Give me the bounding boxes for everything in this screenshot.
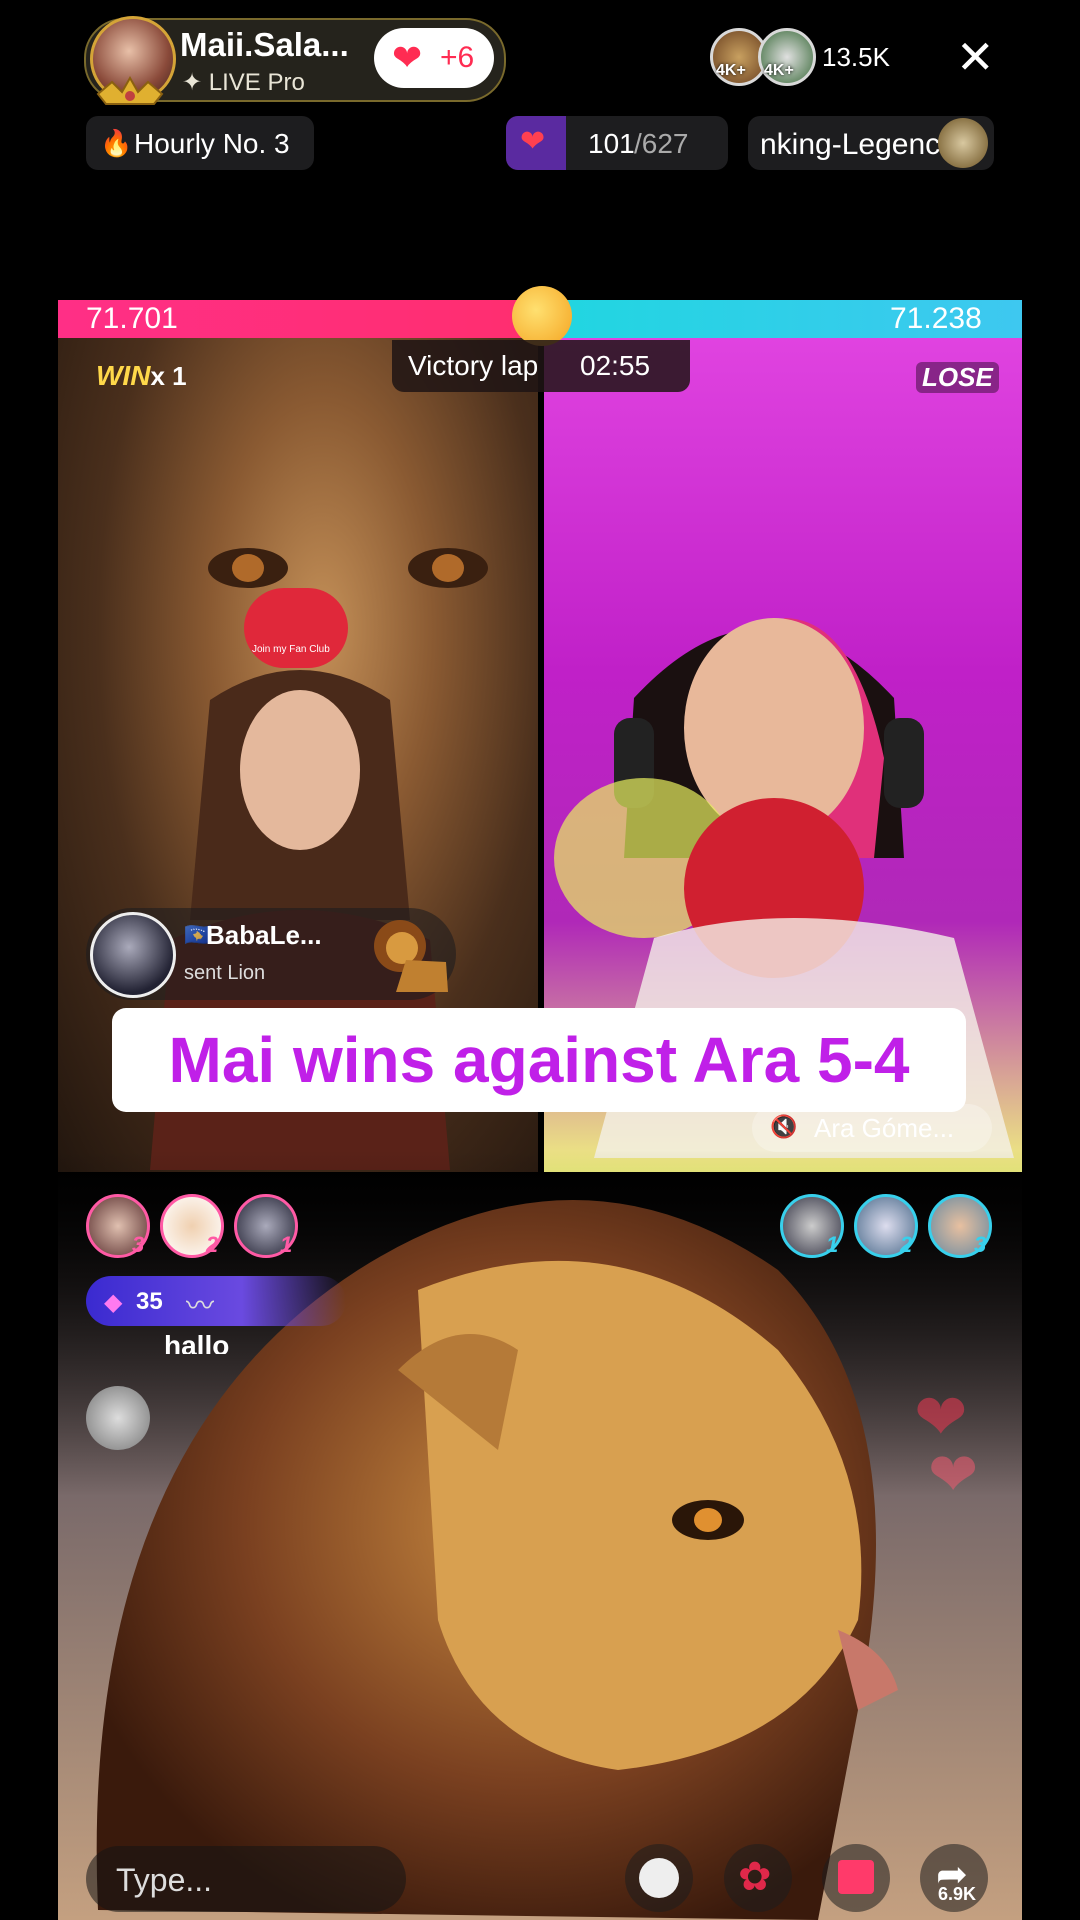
caption-box: Mai wins against Ara 5-4 (112, 1008, 966, 1112)
fan-progress-pill[interactable]: ❤ 101 /627 (506, 116, 728, 170)
chat-avatar[interactable] (86, 1386, 150, 1450)
viewer-count[interactable]: 13.5K (822, 42, 890, 73)
live-pro-label: LIVE Pro (208, 69, 305, 96)
gift-action: sent Lion (184, 962, 266, 984)
share-count: 6.9K (938, 1884, 977, 1904)
gifter-rank: 1 (280, 1232, 293, 1257)
fan-progress-total: /627 (634, 128, 689, 159)
right-score: 71.238 (890, 302, 982, 335)
hourly-rank-pill[interactable]: 🔥 Hourly No. 3 (86, 116, 314, 170)
gifter-rank: 2 (900, 1232, 913, 1257)
left-score: 71.701 (86, 302, 178, 335)
fire-icon: 🔥 (100, 128, 133, 158)
rose-icon: ✿ (738, 1855, 772, 1899)
lion-eyes (208, 548, 488, 588)
lose-badge: LOSE (916, 362, 999, 393)
diamond-icon: ◆ (104, 1289, 123, 1316)
gifter-name: BabaLe... (206, 920, 322, 950)
lion-gift-icon (374, 920, 448, 992)
sparkle-icon: ✦ (182, 69, 209, 96)
fan-club-label: Join my Fan Club (252, 644, 330, 655)
follow-like-button[interactable]: ❤ +6 (374, 28, 494, 88)
chat-message: hallo (164, 1330, 230, 1354)
victory-lap-label: Victory lap (408, 350, 539, 381)
emoji-button[interactable] (625, 1844, 693, 1912)
close-icon[interactable]: ✕ (956, 34, 995, 80)
victory-lap-timer: 02:55 (580, 350, 651, 381)
ranking-pill[interactable]: nking-Legenc (748, 116, 994, 170)
live-pro-badge: ✦ LIVE Pro (182, 68, 305, 97)
gifter-rank: 2 (206, 1232, 219, 1257)
diamond-counter[interactable]: ◆ 35 〰 (86, 1276, 346, 1326)
gifter-rank: 3 (132, 1232, 145, 1257)
fan-club-badge[interactable]: Join my Fan Club (244, 588, 348, 668)
battle-emoji-icon (512, 286, 572, 346)
gifter-rank: 3 (974, 1232, 987, 1257)
battle-result-caption: Mai wins against Ara 5-4 (168, 1024, 910, 1096)
opponent-name: Ara Góme... (814, 1113, 955, 1143)
like-count: +6 (440, 41, 475, 74)
win-label: WIN (96, 360, 151, 391)
rose-gift-button[interactable]: ✿ (724, 1844, 792, 1912)
host-card[interactable]: Maii.Sala... ✦ LIVE Pro ❤ +6 (84, 16, 506, 105)
gift-icon (838, 1860, 874, 1894)
heart-icon: ❤ (392, 37, 423, 78)
win-count: x 1 (150, 361, 187, 391)
ranking-label: nking-Legenc (760, 128, 941, 161)
gifter-avatar[interactable] (90, 912, 176, 998)
comment-placeholder: Type... (116, 1862, 213, 1898)
diamond-count: 35 (136, 1288, 163, 1315)
comment-input[interactable]: Type... (86, 1846, 406, 1912)
gift-notification[interactable]: 🇽🇰 BabaLe... sent Lion (86, 908, 456, 1000)
mute-icon[interactable]: 🔇 (770, 1114, 797, 1140)
viewer-badge: 4K+ (716, 62, 746, 79)
lion-gift-animation (58, 1150, 1022, 1920)
swirl-icon: 〰 (186, 1290, 215, 1321)
crown-icon (96, 76, 164, 105)
viewer-badge: 4K+ (764, 62, 794, 79)
fan-progress-current: 101 (588, 128, 635, 159)
lion-badge-icon (938, 118, 988, 168)
heart-icon: ❤ (928, 1441, 979, 1508)
gift-button[interactable] (822, 1844, 890, 1912)
hourly-rank-label: Hourly No. 3 (134, 128, 290, 159)
emoji-icon (639, 1858, 679, 1898)
opponent-tag[interactable]: 🔇 Ara Góme... (752, 1104, 992, 1152)
win-badge: WINx 1 (96, 360, 187, 392)
host-name[interactable]: Maii.Sala... (180, 26, 349, 64)
victory-timer: Victory lap 02:55 (392, 340, 690, 392)
fan-heart-icon: ❤ (520, 125, 546, 158)
gifter-rank: 1 (826, 1232, 839, 1257)
